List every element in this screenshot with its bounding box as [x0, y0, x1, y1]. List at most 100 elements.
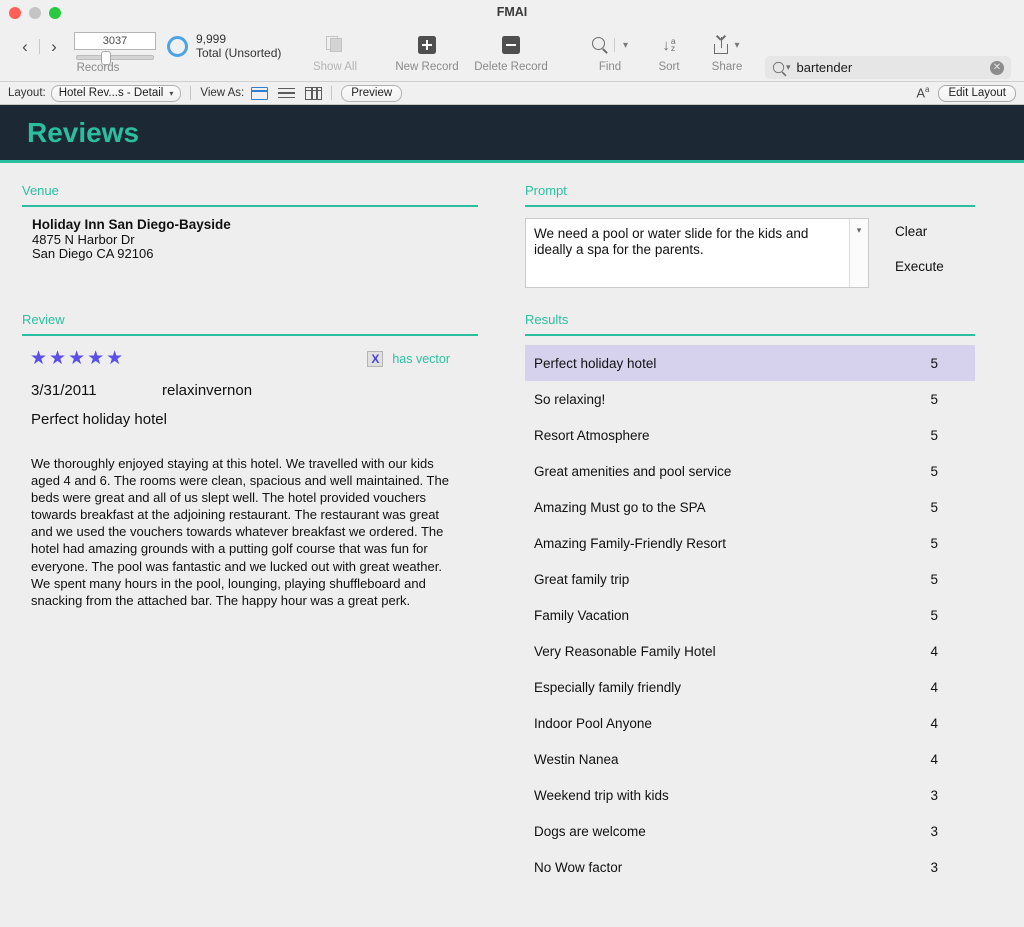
total-label: Total (Unsorted)	[196, 46, 282, 60]
result-name: Great amenities and pool service	[534, 463, 732, 479]
share-chevron-down-icon[interactable]: ▾	[734, 40, 739, 51]
layout-select-value: Hotel Rev...s - Detail	[58, 87, 164, 99]
result-row[interactable]: Especially family friendly 4	[525, 669, 975, 705]
text-format-icon[interactable]: Aa	[916, 85, 929, 100]
records-navigation-group: ‹ › 3037 9,999 Total (Unsorted) Records	[14, 30, 284, 74]
star-rating-icon: ★★★★★	[30, 348, 126, 369]
clear-search-icon[interactable]: ✕	[990, 60, 1004, 75]
total-count: 9,999	[196, 32, 227, 46]
result-row[interactable]: Westin Nanea 4	[525, 741, 975, 777]
result-score: 5	[930, 427, 938, 443]
record-number-input[interactable]: 3037	[74, 31, 156, 50]
new-record-label: New Record	[395, 61, 459, 73]
result-score: 3	[930, 823, 938, 839]
find-divider	[613, 38, 615, 52]
has-vector-checkbox[interactable]: X	[367, 350, 384, 367]
window-titlebar: FMAI	[0, 0, 1024, 25]
found-set-pie-icon	[167, 35, 188, 57]
result-score: 4	[930, 643, 938, 659]
view-as-table-icon[interactable]	[305, 86, 323, 100]
edit-layout-button[interactable]: Edit Layout	[938, 84, 1016, 102]
result-row[interactable]: Family Vacation 5	[525, 597, 975, 633]
result-row[interactable]: Weekend trip with kids 3	[525, 777, 975, 813]
main-toolbar: ‹ › 3037 9,999 Total (Unsorted) Records …	[0, 25, 1024, 82]
result-name: Amazing Must go to the SPA	[534, 499, 706, 515]
result-score: 5	[930, 607, 938, 623]
view-as-form-icon[interactable]	[251, 86, 269, 100]
chevron-down-icon[interactable]: ▾	[623, 40, 628, 51]
result-row[interactable]: Very Reasonable Family Hotel 4	[525, 633, 975, 669]
layout-select[interactable]: Hotel Rev...s - Detail ▾	[50, 84, 182, 102]
result-score: 5	[930, 499, 938, 515]
record-slider-group[interactable]: 3037	[74, 31, 156, 65]
result-name: Weekend trip with kids	[534, 787, 669, 803]
search-field[interactable]: ▾ bartender ✕	[765, 56, 1011, 79]
result-name: Indoor Pool Anyone	[534, 715, 652, 731]
review-date: 3/31/2011	[31, 382, 97, 399]
result-score: 4	[930, 751, 938, 767]
result-score: 5	[930, 463, 938, 479]
result-score: 5	[930, 391, 938, 407]
results-list: Perfect holiday hotel 5 So relaxing! 5 Resor…	[525, 345, 975, 885]
delete-record-label: Delete Record	[474, 61, 548, 73]
minus-square-icon	[502, 36, 520, 54]
prompt-scroll-chevron[interactable]: ▾	[849, 219, 868, 287]
search-input[interactable]: bartender	[797, 60, 990, 75]
stack-icon	[325, 36, 345, 54]
result-name: No Wow factor	[534, 859, 623, 875]
minimize-window-button[interactable]	[29, 7, 41, 19]
new-record-button[interactable]: New Record	[382, 31, 472, 73]
show-all-button[interactable]: Show All	[290, 31, 380, 73]
prompt-section: Prompt We need a pool or water slide for…	[525, 183, 975, 288]
result-row[interactable]: Amazing Family-Friendly Resort 5	[525, 525, 975, 561]
result-score: 4	[930, 715, 938, 731]
result-name: Amazing Family-Friendly Resort	[534, 535, 727, 551]
search-chevron-down-icon[interactable]: ▾	[786, 62, 791, 73]
maximize-window-button[interactable]	[49, 7, 61, 19]
record-slider-track[interactable]	[74, 50, 156, 65]
result-row[interactable]: No Wow factor 3	[525, 849, 975, 885]
record-detail-body: Venue Holiday Inn San Diego-Bayside 4875…	[0, 163, 1024, 927]
share-button[interactable]: ▾ Share	[692, 31, 762, 73]
records-group-label: Records	[76, 62, 120, 74]
record-slider-thumb[interactable]	[101, 50, 111, 65]
show-all-label: Show All	[312, 61, 358, 73]
record-count-summary: 9,999 Total (Unsorted)	[196, 32, 281, 60]
view-as-list-icon[interactable]	[278, 87, 296, 100]
result-name: Family Vacation	[534, 607, 630, 623]
result-name: Resort Atmosphere	[534, 427, 650, 443]
result-row[interactable]: Amazing Must go to the SPA 5	[525, 489, 975, 525]
previous-record-icon[interactable]: ‹	[14, 38, 36, 55]
result-name: Great family trip	[534, 571, 630, 587]
plus-square-icon	[418, 36, 436, 54]
result-row[interactable]: Great family trip 5	[525, 561, 975, 597]
layout-label: Layout:	[8, 87, 46, 99]
result-score: 3	[930, 859, 938, 875]
result-name: Very Reasonable Family Hotel	[534, 643, 716, 659]
venue-section-title: Venue	[22, 183, 59, 198]
execute-button[interactable]: Execute	[895, 259, 944, 274]
result-row[interactable]: So relaxing! 5	[525, 381, 975, 417]
review-body-text: We thoroughly enjoyed staying at this ho…	[31, 456, 449, 608]
prompt-input[interactable]: We need a pool or water slide for the ki…	[525, 218, 869, 288]
window-title: FMAI	[496, 5, 528, 19]
result-name: So relaxing!	[534, 391, 606, 407]
chevron-down-icon: ▾	[169, 88, 174, 98]
delete-record-button[interactable]: Delete Record	[465, 31, 557, 73]
result-row[interactable]: Perfect holiday hotel 5	[525, 345, 975, 381]
has-vector-label: has vector	[392, 351, 450, 366]
results-section-rule	[525, 334, 975, 336]
results-section: Results Perfect holiday hotel 5 So relaxin…	[525, 312, 975, 885]
result-name: Perfect holiday hotel	[534, 355, 657, 371]
result-row[interactable]: Dogs are welcome 3	[525, 813, 975, 849]
clear-button[interactable]: Clear	[895, 224, 944, 239]
result-row[interactable]: Resort Atmosphere 5	[525, 417, 975, 453]
close-window-button[interactable]	[9, 7, 21, 19]
prompt-input-value[interactable]: We need a pool or water slide for the ki…	[526, 219, 849, 287]
result-row[interactable]: Indoor Pool Anyone 4	[525, 705, 975, 741]
results-section-title: Results	[525, 312, 569, 327]
next-record-icon[interactable]: ›	[43, 38, 65, 55]
result-row[interactable]: Great amenities and pool service 5	[525, 453, 975, 489]
preview-button[interactable]: Preview	[341, 84, 403, 102]
nav-divider	[39, 38, 40, 54]
